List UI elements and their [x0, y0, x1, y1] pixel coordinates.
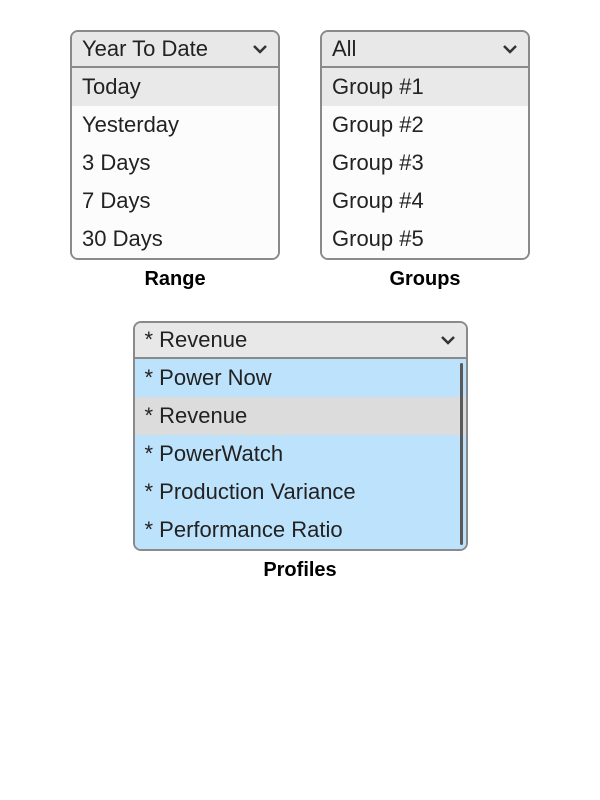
chevron-down-icon [252, 43, 268, 55]
groups-dropdown: All Group #1 Group #2 Group #3 Group #4 … [320, 30, 530, 260]
range-option-30days[interactable]: 30 Days [72, 220, 278, 258]
profiles-dropdown-toggle[interactable]: * Revenue [135, 323, 466, 359]
chevron-down-icon [502, 43, 518, 55]
profiles-option-power-now[interactable]: * Power Now [135, 359, 466, 397]
profiles-selected-text: * Revenue [145, 327, 248, 353]
profiles-option-performance-ratio[interactable]: * Performance Ratio [135, 511, 466, 549]
chevron-down-icon [440, 334, 456, 346]
groups-option-2[interactable]: Group #2 [322, 106, 528, 144]
range-dropdown: Year To Date Today Yesterday 3 Days 7 Da… [70, 30, 280, 260]
groups-option-3[interactable]: Group #3 [322, 144, 528, 182]
groups-label: Groups [389, 268, 460, 291]
range-option-3days[interactable]: 3 Days [72, 144, 278, 182]
range-option-yesterday[interactable]: Yesterday [72, 106, 278, 144]
profiles-group: * Revenue * Power Now * Revenue * PowerW… [133, 321, 468, 582]
profiles-option-powerwatch[interactable]: * PowerWatch [135, 435, 466, 473]
groups-group: All Group #1 Group #2 Group #3 Group #4 … [320, 30, 530, 291]
profiles-label: Profiles [263, 559, 336, 582]
profiles-dropdown: * Revenue * Power Now * Revenue * PowerW… [133, 321, 468, 551]
groups-option-list: Group #1 Group #2 Group #3 Group #4 Grou… [322, 68, 528, 258]
groups-selected-text: All [332, 36, 356, 62]
range-dropdown-toggle[interactable]: Year To Date [72, 32, 278, 68]
groups-option-5[interactable]: Group #5 [322, 220, 528, 258]
range-label: Range [144, 268, 205, 291]
groups-dropdown-toggle[interactable]: All [322, 32, 528, 68]
profiles-option-production-variance[interactable]: * Production Variance [135, 473, 466, 511]
scrollbar[interactable] [460, 363, 463, 545]
groups-option-4[interactable]: Group #4 [322, 182, 528, 220]
range-option-today[interactable]: Today [72, 68, 278, 106]
profiles-option-revenue[interactable]: * Revenue [135, 397, 466, 435]
range-group: Year To Date Today Yesterday 3 Days 7 Da… [70, 30, 280, 291]
range-selected-text: Year To Date [82, 36, 208, 62]
groups-option-1[interactable]: Group #1 [322, 68, 528, 106]
range-option-list: Today Yesterday 3 Days 7 Days 30 Days [72, 68, 278, 258]
profiles-option-list: * Power Now * Revenue * PowerWatch * Pro… [135, 359, 466, 549]
range-option-7days[interactable]: 7 Days [72, 182, 278, 220]
